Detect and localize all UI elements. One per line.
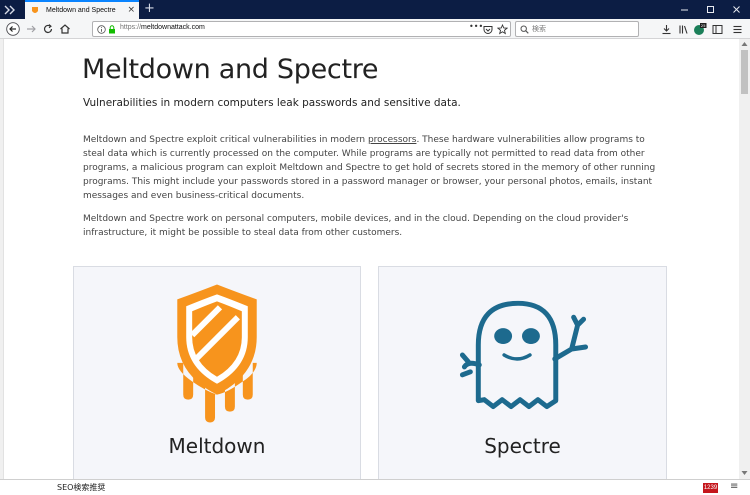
scroll-up-icon[interactable] [741,41,748,47]
forward-icon[interactable] [23,21,39,37]
search-icon [520,25,529,34]
hamburger-menu-icon[interactable] [729,21,745,37]
back-icon[interactable] [5,21,21,37]
url-domain: meltdownattack.com [141,24,205,31]
scroll-down-icon[interactable] [741,470,748,476]
svg-text:25: 25 [701,23,706,28]
lock-icon [109,25,115,34]
spectre-card[interactable]: Spectre [378,266,667,479]
search-placeholder: 検索 [532,25,546,33]
navigation-toolbar: https://meltdownattack.com ••• 検索 25 [0,19,750,39]
tab-title: Meltdown and Spectre [46,7,116,14]
spectre-logo-icon [459,300,589,410]
maximize-icon[interactable] [697,0,723,19]
minimize-icon[interactable] [671,0,697,19]
scrollbar-thumb[interactable] [741,50,748,94]
page-subtitle: Vulnerabilities in modern computers leak… [83,97,461,109]
window-titlebar: Meltdown and Spectre × + [0,0,750,19]
home-icon[interactable] [57,21,73,37]
info-icon[interactable] [97,25,106,34]
devices-paragraph: Meltdown and Spectre work on personal co… [83,214,629,238]
url-protocol: https:// [120,24,142,31]
processors-link[interactable]: processors [368,135,416,145]
url-text[interactable]: https://meltdownattack.com [120,24,205,31]
meltdown-title: Meltdown [168,434,266,458]
extension-badge-icon[interactable]: 25 [692,21,708,37]
pocket-icon[interactable] [483,25,493,35]
intro-paragraph: Meltdown and Spectre exploit critical vu… [83,133,663,203]
library-icon[interactable] [675,21,691,37]
meltdown-card[interactable]: Meltdown [73,266,361,479]
status-text: SEO検索推奨 [57,483,106,492]
sidebar-icon[interactable] [709,21,725,37]
status-badge[interactable]: 1239 [703,483,718,493]
vertical-scrollbar[interactable] [739,39,750,479]
tab-menu-icon[interactable] [3,3,17,15]
page-actions-icon[interactable]: ••• [469,22,483,31]
status-menu-icon[interactable]: ≡ [730,481,738,492]
status-bar: SEO検索推奨 1239 ≡ [0,479,750,495]
search-input[interactable]: 検索 [515,21,639,37]
spectre-title: Spectre [484,434,561,458]
page-viewport: Meltdown and Spectre Vulnerabilities in … [4,39,739,479]
meltdown-logo-icon [177,284,257,423]
meltdown-favicon-icon [32,7,38,13]
intro-text-start: Meltdown and Spectre exploit critical vu… [83,135,368,145]
url-bar[interactable]: https://meltdownattack.com ••• [92,21,511,37]
close-window-icon[interactable] [723,0,749,19]
tab-active[interactable]: Meltdown and Spectre × [25,0,139,19]
bookmark-star-icon[interactable] [497,24,508,35]
tab-close-icon[interactable]: × [127,5,135,15]
new-tab-button[interactable]: + [144,2,155,15]
reload-icon[interactable] [40,21,56,37]
downloads-icon[interactable] [658,21,674,37]
page-title: Meltdown and Spectre [82,54,379,85]
